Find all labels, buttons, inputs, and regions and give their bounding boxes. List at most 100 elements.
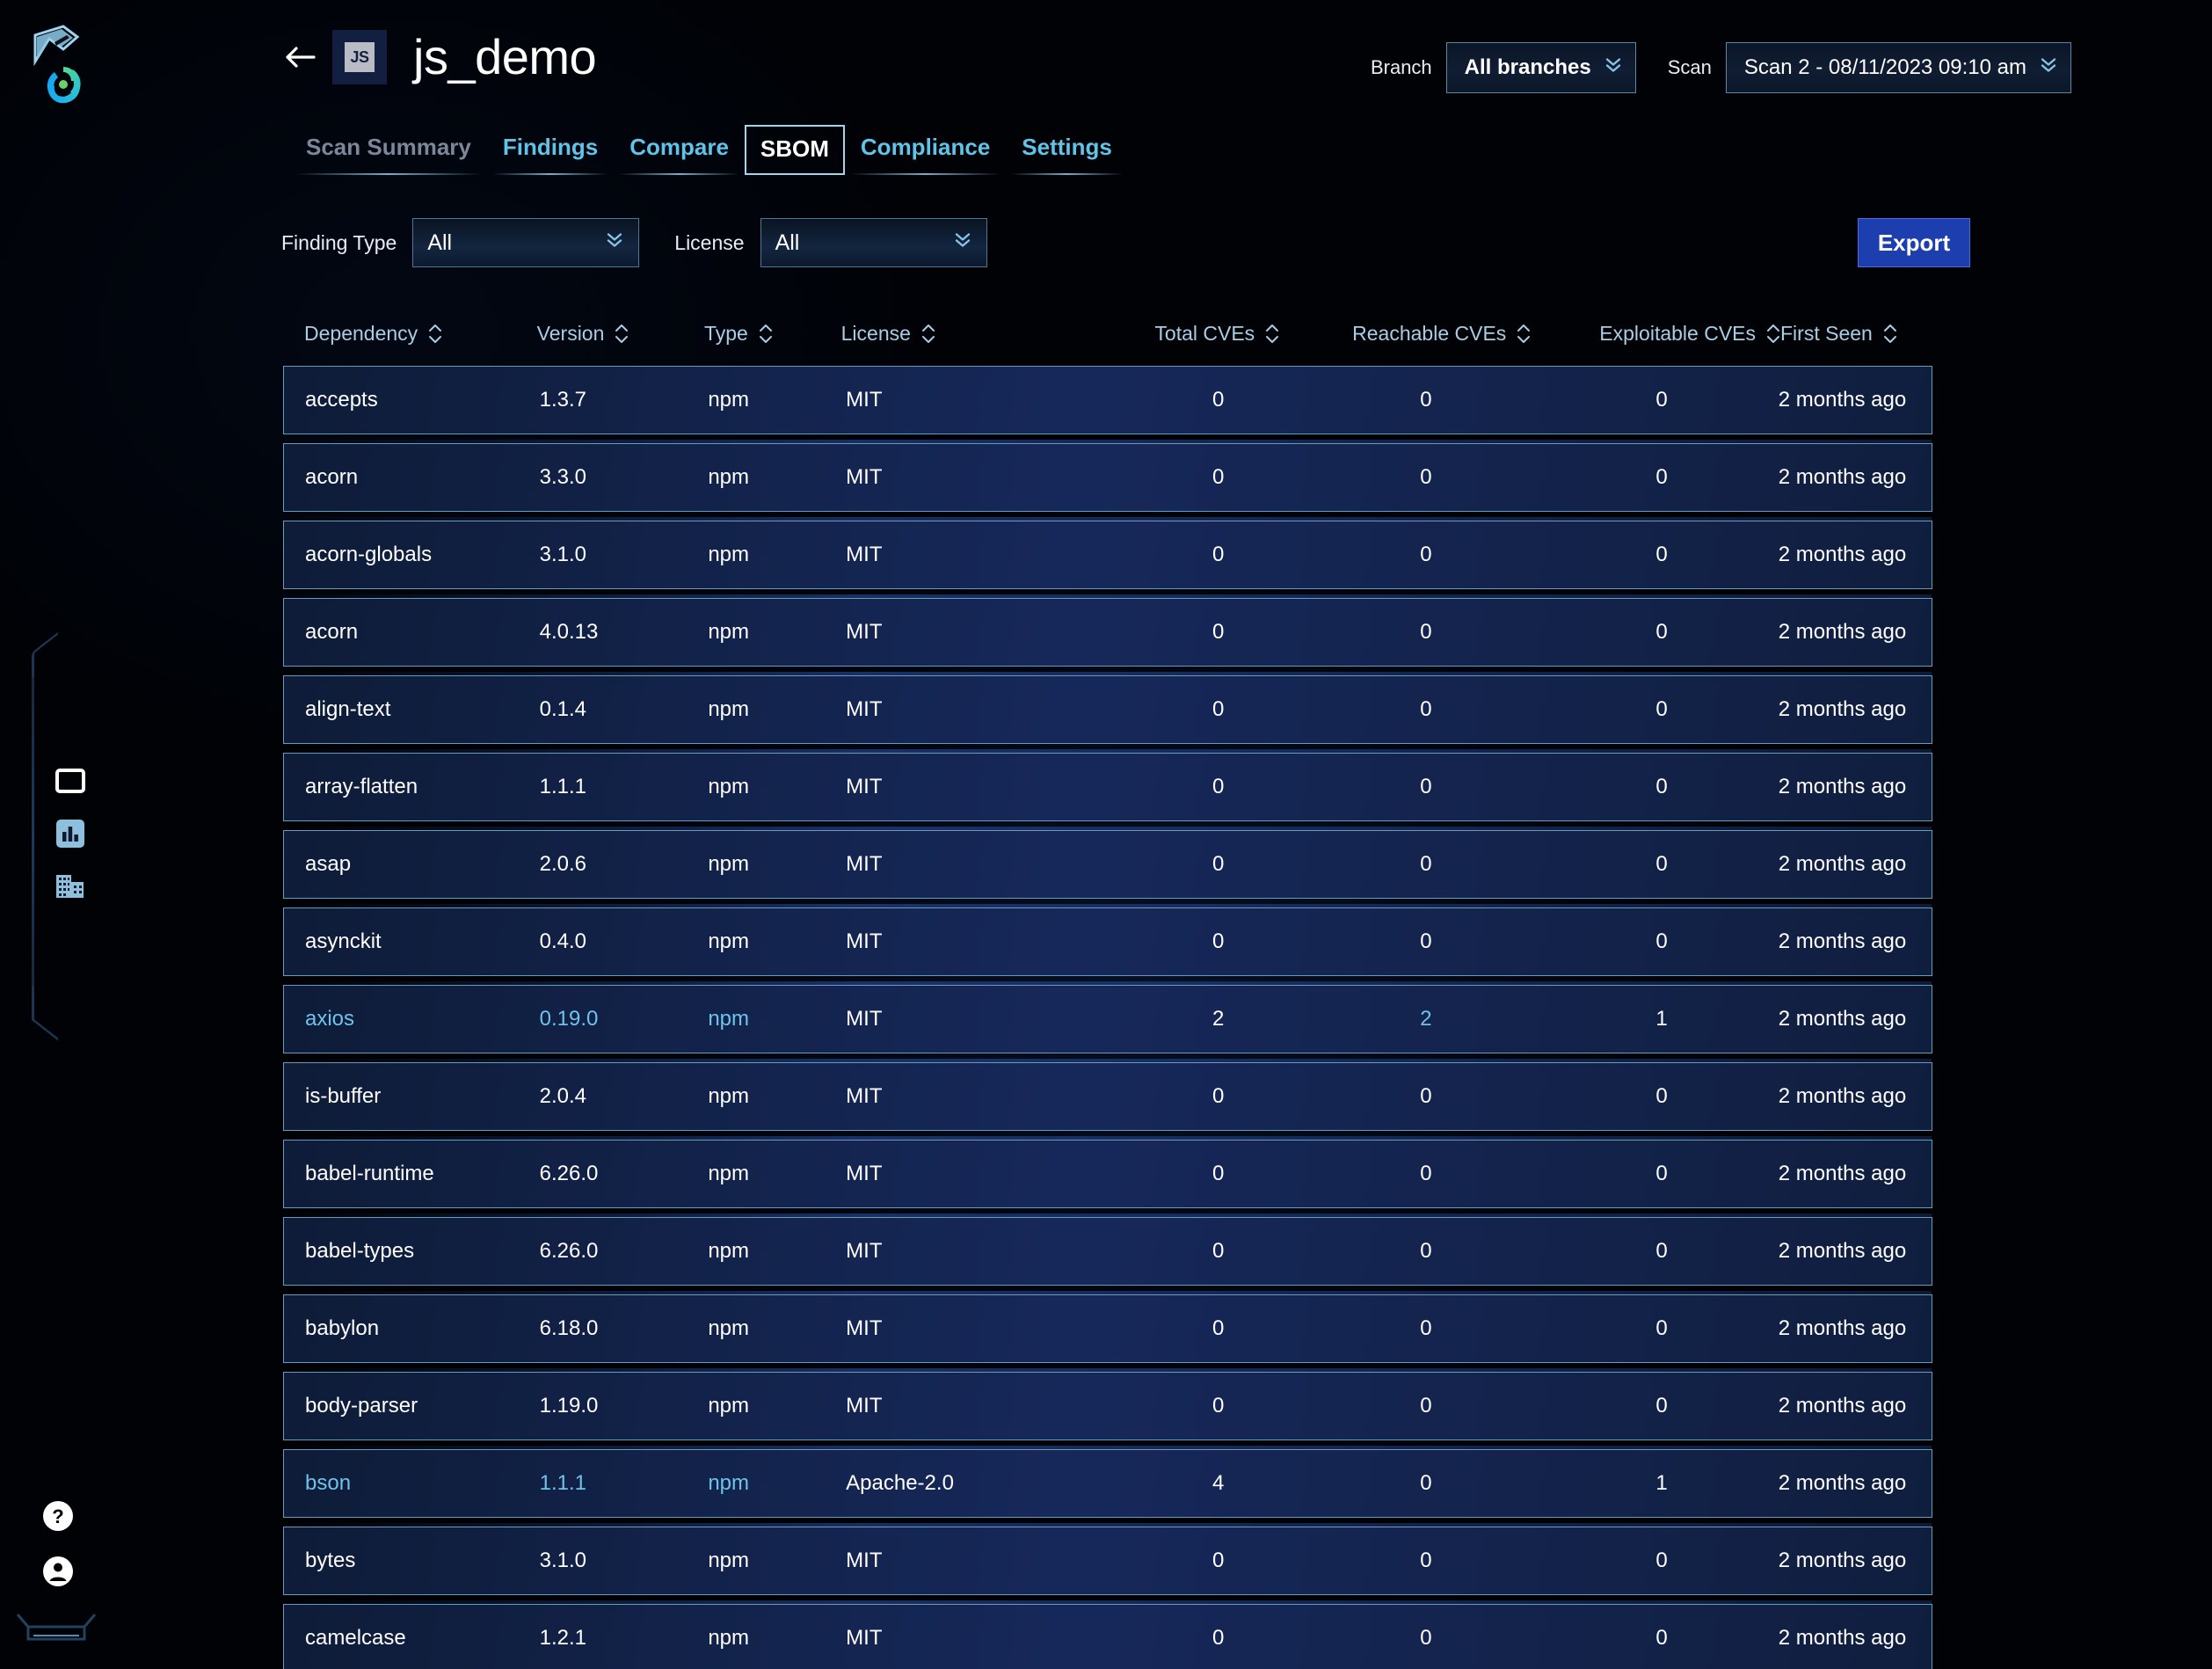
column-header-total-cves[interactable]: Total CVEs xyxy=(1084,322,1280,346)
cell-dependency: asynckit xyxy=(305,929,382,953)
cell-dependency: align-text xyxy=(305,697,391,721)
table-row[interactable]: camelcase 1.2.1 npm MIT 0 0 0 2 months ago xyxy=(283,1604,1932,1669)
branch-select[interactable]: All branches xyxy=(1445,42,1636,93)
sort-toggle-icon[interactable] xyxy=(921,324,935,344)
cell-reachable-cves[interactable]: 2 xyxy=(1294,1007,1532,1031)
cell-first-seen: 2 months ago xyxy=(1778,1084,1907,1108)
table-row[interactable]: asynckit 0.4.0 npm MIT 0 0 0 2 months ago xyxy=(283,907,1932,985)
column-header-label: License xyxy=(840,321,911,345)
table-row[interactable]: accepts 1.3.7 npm MIT 0 0 0 2 months ago xyxy=(283,366,1932,443)
cell-total-cves: 0 xyxy=(1212,852,1225,876)
cell-first-seen: 2 months ago xyxy=(1778,465,1907,489)
cell-license: MIT xyxy=(846,1239,883,1263)
cell-type: npm xyxy=(708,1162,749,1185)
cell-dependency[interactable]: axios xyxy=(284,1007,540,1031)
sort-toggle-icon[interactable] xyxy=(759,324,773,344)
cell-dependency[interactable]: bson xyxy=(284,1471,540,1496)
cell-total-cves: 2 xyxy=(1212,1007,1225,1031)
table-row[interactable]: babylon 6.18.0 npm MIT 0 0 0 2 months ago xyxy=(283,1294,1932,1372)
tab-settings[interactable]: Settings xyxy=(1006,125,1128,175)
cell-version: 2.0.4 xyxy=(539,1084,587,1108)
table-row[interactable]: babel-runtime 6.26.0 npm MIT 0 0 0 2 months ago xyxy=(283,1140,1932,1217)
column-header-label: Reachable CVEs xyxy=(1352,321,1507,345)
scan-select[interactable]: Scan 2 - 08/11/2023 09:10 am xyxy=(1725,42,2071,93)
sort-toggle-icon[interactable] xyxy=(615,324,629,344)
column-header-first-seen[interactable]: First Seen xyxy=(1780,322,1932,346)
cell-total-cves: 0 xyxy=(1212,465,1225,489)
tab-findings[interactable]: Findings xyxy=(487,125,614,175)
cell-first-seen: 2 months ago xyxy=(1778,543,1907,566)
cell-first-seen: 2 months ago xyxy=(1778,620,1907,644)
cell-version: 2.0.6 xyxy=(539,852,587,876)
tab-label: Settings xyxy=(1022,134,1112,160)
finding-type-select[interactable]: All xyxy=(412,218,640,267)
cell-reachable-cves: 0 xyxy=(1420,1316,1432,1340)
cell-total-cves: 0 xyxy=(1212,1239,1225,1263)
column-header-version[interactable]: Version xyxy=(537,322,704,346)
cell-type[interactable]: npm xyxy=(708,1007,846,1031)
sort-toggle-icon[interactable] xyxy=(1883,324,1897,344)
cell-total-cves: 0 xyxy=(1212,929,1225,953)
cell-type: npm xyxy=(708,1549,749,1572)
cell-first-seen: 2 months ago xyxy=(1778,1316,1907,1340)
cell-version: 1.2.1 xyxy=(539,1626,587,1650)
cell-reachable-cves: 0 xyxy=(1420,1162,1432,1185)
cell-type[interactable]: npm xyxy=(708,1471,846,1496)
tab-sbom[interactable]: SBOM xyxy=(744,125,845,175)
cell-dependency: bytes xyxy=(305,1549,356,1572)
page-header: JS js_demo xyxy=(280,30,597,84)
column-header-type[interactable]: Type xyxy=(704,322,841,346)
table-row[interactable]: align-text 0.1.4 npm MIT 0 0 0 2 months ago xyxy=(283,675,1932,753)
main-page: JS js_demo Branch All branches Scan Scan… xyxy=(0,0,2212,1669)
table-row[interactable]: array-flatten 1.1.1 npm MIT 0 0 0 2 months ago xyxy=(283,753,1932,830)
table-row[interactable]: babel-types 6.26.0 npm MIT 0 0 0 2 months ago xyxy=(283,1217,1932,1294)
column-header-dependency[interactable]: Dependency xyxy=(283,322,537,346)
project-type-badge: JS xyxy=(332,30,387,84)
column-header-label: Type xyxy=(703,321,748,345)
tab-scan-summary[interactable]: Scan Summary xyxy=(290,125,487,175)
table-row[interactable]: acorn-globals 3.1.0 npm MIT 0 0 0 2 months ago xyxy=(283,521,1932,598)
back-arrow-icon[interactable] xyxy=(280,37,320,77)
sbom-table: Dependency Version Type License Total CVEs Re… xyxy=(283,310,1932,1669)
table-row[interactable]: body-parser 1.19.0 npm MIT 0 0 0 2 months ago xyxy=(283,1372,1932,1449)
branch-label: Branch xyxy=(1370,56,1432,78)
table-row[interactable]: bytes 3.1.0 npm MIT 0 0 0 2 months ago xyxy=(283,1527,1932,1604)
finding-type-value: All xyxy=(427,230,453,255)
column-header-license[interactable]: License xyxy=(841,322,1085,346)
table-row[interactable]: axios 0.19.0 npm MIT 2 2 1 2 months ago xyxy=(283,985,1932,1062)
sort-toggle-icon[interactable] xyxy=(1766,324,1780,344)
sort-toggle-icon[interactable] xyxy=(1265,324,1279,344)
sort-toggle-icon[interactable] xyxy=(428,324,442,344)
cell-license: MIT xyxy=(846,620,883,644)
cell-exploitable-cves: 0 xyxy=(1655,620,1668,644)
column-header-exploitable-cves[interactable]: Exploitable CVEs xyxy=(1531,322,1780,346)
column-header-label: Exploitable CVEs xyxy=(1599,321,1756,345)
table-row[interactable]: acorn 3.3.0 npm MIT 0 0 0 2 months ago xyxy=(283,443,1932,521)
cell-license: MIT xyxy=(846,1084,883,1108)
cell-type: npm xyxy=(708,1084,749,1108)
cell-version: 1.19.0 xyxy=(539,1394,599,1418)
column-header-label: Dependency xyxy=(304,321,418,345)
tab-compliance[interactable]: Compliance xyxy=(845,125,1006,175)
license-filter-select[interactable]: All xyxy=(760,218,987,267)
table-row[interactable]: asap 2.0.6 npm MIT 0 0 0 2 months ago xyxy=(283,830,1932,907)
table-row[interactable]: is-buffer 2.0.4 npm MIT 0 0 0 2 months ago xyxy=(283,1062,1932,1140)
cell-version[interactable]: 0.19.0 xyxy=(540,1007,709,1031)
cell-first-seen: 2 months ago xyxy=(1778,1162,1907,1185)
cell-type: npm xyxy=(708,465,749,489)
tab-compare[interactable]: Compare xyxy=(614,125,745,175)
column-header-label: First Seen xyxy=(1780,321,1873,345)
tab-label: Scan Summary xyxy=(306,134,471,160)
cell-total-cves: 0 xyxy=(1212,543,1225,566)
table-row[interactable]: acorn 4.0.13 npm MIT 0 0 0 2 months ago xyxy=(283,598,1932,675)
sort-toggle-icon[interactable] xyxy=(1517,324,1531,344)
cell-license: Apache-2.0 xyxy=(846,1471,954,1495)
finding-type-label: Finding Type xyxy=(281,230,397,254)
export-button[interactable]: Export xyxy=(1858,218,1970,267)
table-row[interactable]: bson 1.1.1 npm Apache-2.0 4 0 1 2 months ago xyxy=(283,1449,1932,1527)
column-header-reachable-cves[interactable]: Reachable CVEs xyxy=(1280,322,1531,346)
cell-total-cves: 0 xyxy=(1212,620,1225,644)
filter-bar: Finding Type All License All xyxy=(281,218,987,267)
cell-version[interactable]: 1.1.1 xyxy=(540,1471,709,1496)
cell-total-cves: 0 xyxy=(1212,1549,1225,1572)
